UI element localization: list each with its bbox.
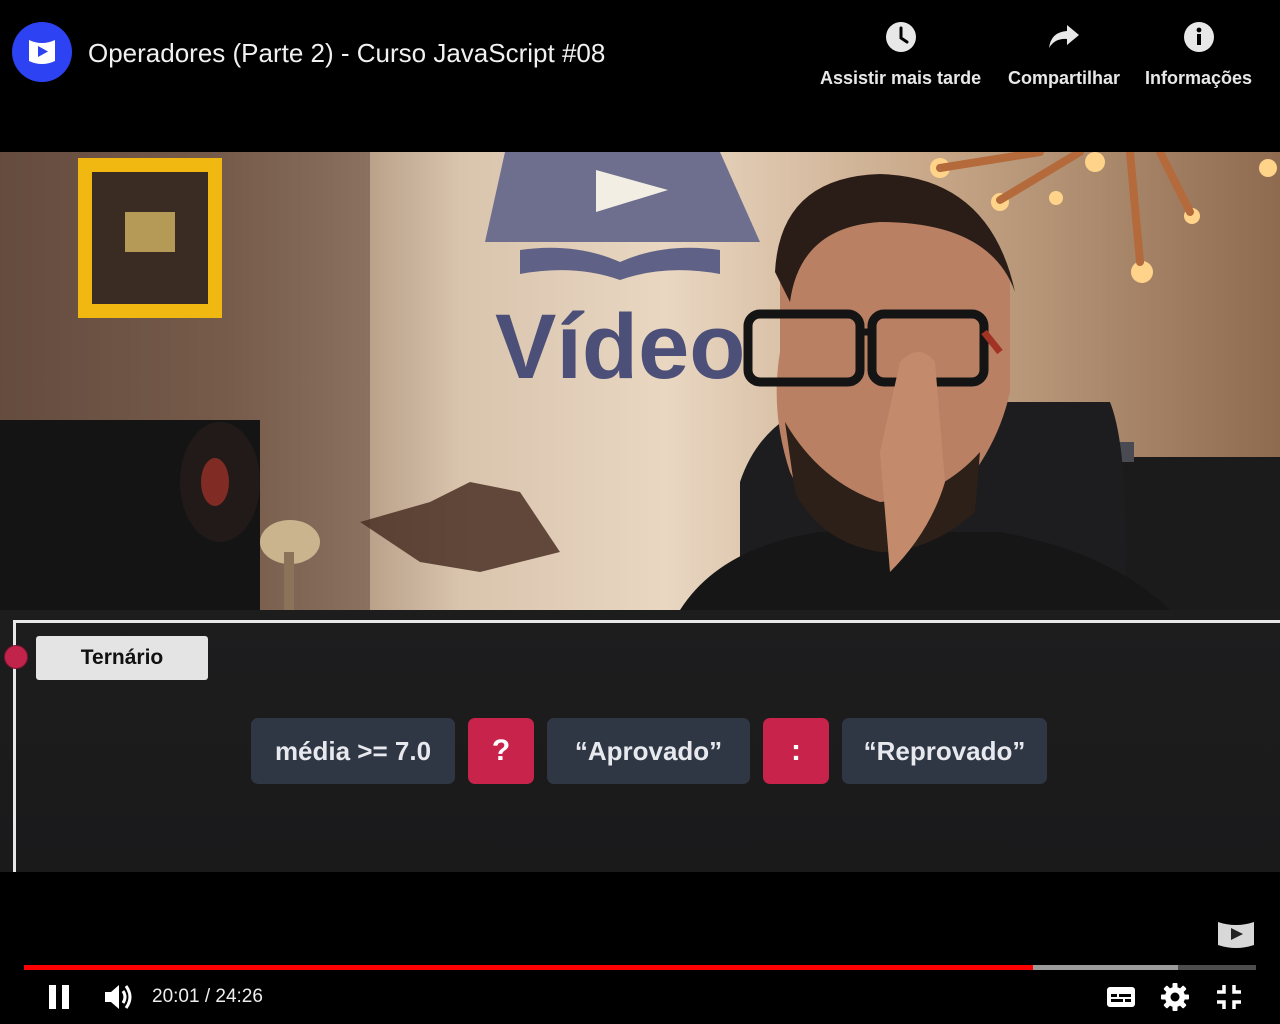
play-logo-icon <box>29 40 55 64</box>
info-icon <box>1183 18 1215 56</box>
question-mark-token: ? <box>468 718 534 784</box>
subtitles-icon <box>1107 987 1135 1007</box>
false-value-token: “Reprovado” <box>842 718 1047 784</box>
progress-bar[interactable] <box>24 965 1256 970</box>
channel-logo[interactable] <box>12 22 72 82</box>
info-label: Informações <box>1145 68 1253 88</box>
watch-later-label: Assistir mais tarde <box>820 68 982 88</box>
volume-icon <box>105 985 132 1009</box>
condition-token: média >= 7.0 <box>251 718 455 784</box>
share-button[interactable]: Compartilhar <box>1008 18 1120 89</box>
time-display: 20:01 / 24:26 <box>152 986 263 1007</box>
scene-illustration: Vídeo <box>0 152 1280 610</box>
progress-played <box>24 965 1033 970</box>
exit-fullscreen-icon <box>1217 985 1241 1009</box>
subtitles-button[interactable] <box>1106 983 1136 1011</box>
settings-button[interactable] <box>1160 982 1190 1012</box>
colon-token: : <box>763 718 829 784</box>
lower-panel: Ternário média >= 7.0 ? “Aprovado” : “Re… <box>0 610 1280 872</box>
video-scene: Vídeo <box>0 152 1280 610</box>
video-title[interactable]: Operadores (Parte 2) - Curso JavaScript … <box>88 38 605 69</box>
ternary-tag: Ternário <box>36 636 208 680</box>
scene-sign-text: Vídeo <box>495 296 745 398</box>
pause-icon <box>49 985 69 1009</box>
watch-later-button[interactable]: Assistir mais tarde <box>820 18 981 89</box>
share-label: Compartilhar <box>1008 68 1121 88</box>
volume-button[interactable] <box>102 981 136 1013</box>
video-frame[interactable]: Vídeo Ternário média >= 7.0 ? “Aprovado”… <box>0 152 1280 872</box>
info-button[interactable]: Informações <box>1145 18 1252 89</box>
gear-icon <box>1161 983 1189 1011</box>
clock-icon <box>885 18 917 56</box>
share-arrow-icon <box>1047 18 1081 56</box>
true-value-token: “Aprovado” <box>547 718 750 784</box>
panel-dot <box>4 645 28 669</box>
channel-watermark-icon[interactable] <box>1216 918 1256 950</box>
pause-button[interactable] <box>44 982 74 1012</box>
exit-fullscreen-button[interactable] <box>1214 982 1244 1012</box>
